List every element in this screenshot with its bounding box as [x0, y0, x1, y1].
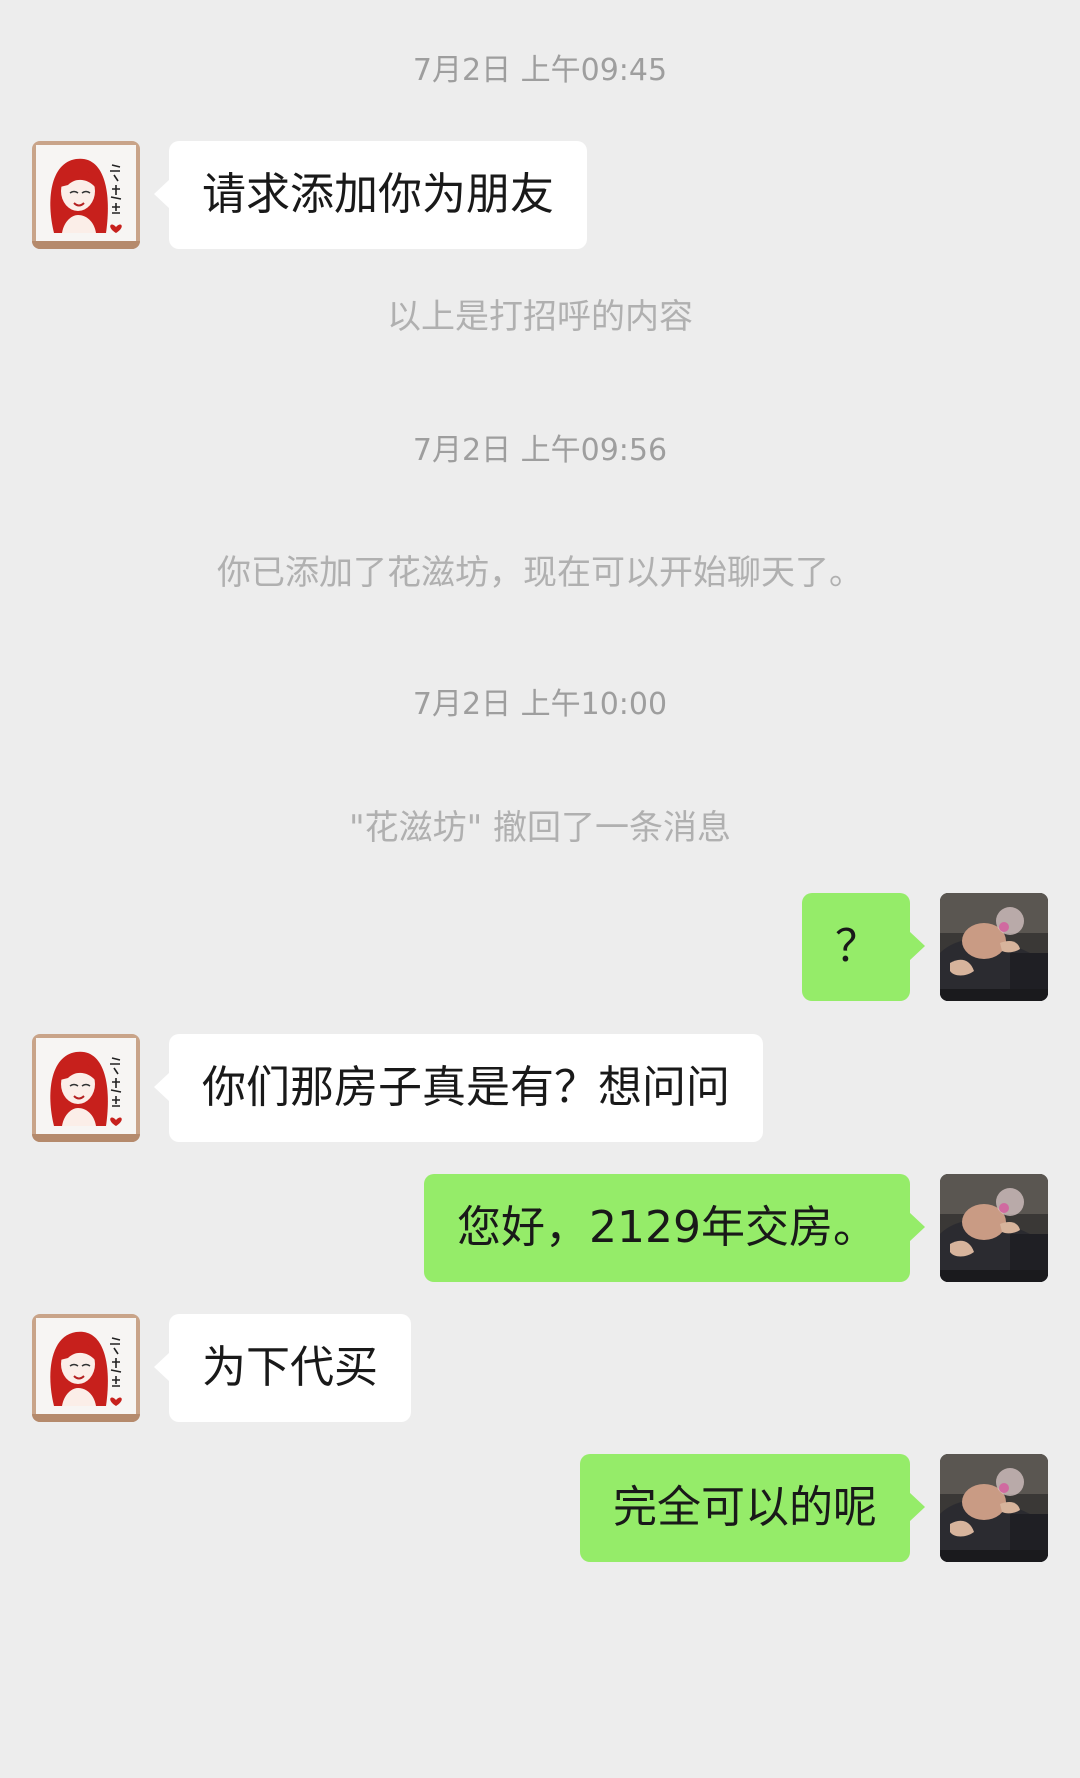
avatar-image	[32, 141, 140, 249]
message-bubble-outgoing[interactable]: 您好，2129年交房。	[424, 1174, 925, 1282]
chat-area[interactable]: 7月2日 上午09:45 请求添加你为朋友 以上是打招呼的内容 7月2日 上午0…	[0, 0, 1080, 1778]
recall-notice: "花滋坊" 撤回了一条消息	[348, 808, 732, 848]
red-hair-girl-avatar[interactable]	[32, 1314, 140, 1422]
avatar-image	[32, 1034, 140, 1142]
timestamp: 7月2日 上午09:45	[412, 53, 668, 88]
man-photo-avatar[interactable]	[940, 893, 1048, 1001]
man-photo-avatar[interactable]	[940, 1174, 1048, 1282]
avatar-image	[32, 1314, 140, 1422]
timestamp: 7月2日 上午09:56	[412, 433, 668, 468]
avatar-image	[940, 893, 1048, 1001]
message-bubble-incoming[interactable]: 为下代买	[154, 1314, 411, 1422]
timestamp: 7月2日 上午10:00	[412, 687, 668, 722]
message-bubble-incoming[interactable]: 请求添加你为朋友	[154, 141, 587, 249]
system-notice: 你已添加了花滋坊，现在可以开始聊天了。	[217, 553, 863, 593]
message-bubble-outgoing[interactable]: 完全可以的呢	[580, 1454, 925, 1562]
red-hair-girl-avatar[interactable]	[32, 1034, 140, 1142]
avatar-image	[940, 1454, 1048, 1562]
message-bubble-incoming[interactable]: 你们那房子真是有？想问问	[154, 1034, 763, 1142]
message-bubble-outgoing[interactable]: ？	[802, 893, 925, 1001]
man-photo-avatar[interactable]	[940, 1454, 1048, 1562]
red-hair-girl-avatar[interactable]	[32, 141, 140, 249]
system-notice: 以上是打招呼的内容	[387, 297, 693, 337]
avatar-image	[940, 1174, 1048, 1282]
